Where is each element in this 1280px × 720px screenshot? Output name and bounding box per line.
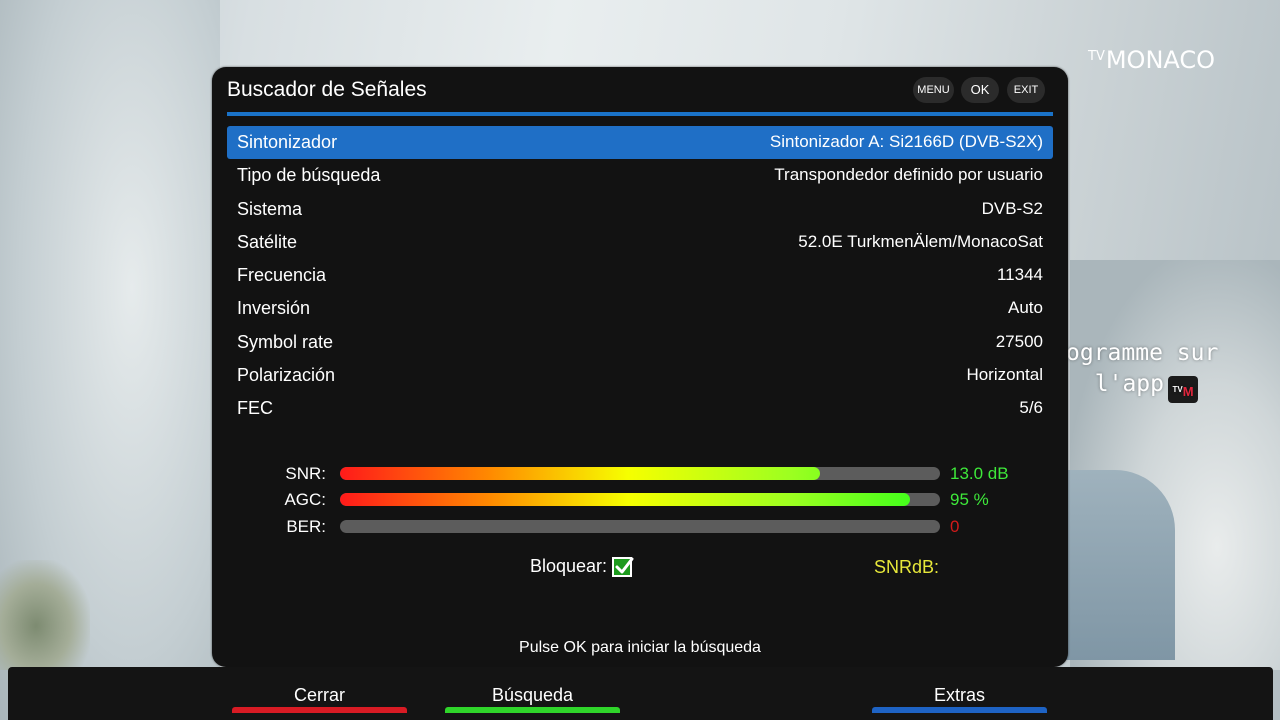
- setting-label: Sintonizador: [237, 132, 338, 152]
- settings-list: Sintonizador Sintonizador A: Si2166D (DVB…: [227, 126, 1053, 426]
- setting-label: FEC: [237, 398, 273, 419]
- snr-db-label: SNRdB:: [874, 557, 940, 577]
- snr-meter: [340, 467, 940, 480]
- title-divider: [227, 112, 1053, 116]
- setting-value: 11344: [996, 265, 1043, 285]
- setting-label: Inversión: [237, 298, 311, 319]
- promo-line-2: l'app TVM: [1066, 369, 1198, 403]
- setting-label: Polarización: [237, 365, 336, 386]
- promo-line-1: ogramme sur: [1066, 340, 1219, 366]
- channel-logo-tv: TV: [1088, 49, 1105, 64]
- setting-label: Satélite: [237, 231, 298, 252]
- snr-value: 13.0 dB: [950, 464, 1009, 483]
- setting-label: Symbol rate: [237, 331, 334, 352]
- blue-key-indicator: [872, 707, 1047, 713]
- setting-value: DVB-S2: [981, 198, 1043, 218]
- promo-text: ogramme sur l'app TVM: [1066, 338, 1219, 403]
- setting-row[interactable]: Sintonizador Sintonizador A: Si2166D (DVB…: [227, 126, 1053, 160]
- setting-row[interactable]: Sistema DVB-S2: [227, 193, 1053, 226]
- red-key-indicator: [232, 707, 407, 713]
- snr-meter-fill: [340, 467, 820, 480]
- setting-value: 27500: [995, 331, 1043, 351]
- green-key-indicator: [445, 707, 620, 713]
- setting-label: Sistema: [237, 198, 303, 219]
- background-person: [1065, 470, 1175, 660]
- setting-value: Sintonizador A: Si2166D (DVB-S2X): [769, 132, 1043, 151]
- setting-row[interactable]: Tipo de búsqueda Transpondedor definido p…: [227, 159, 1053, 192]
- setting-value: Horizontal: [966, 365, 1043, 385]
- agc-value: 95 %: [950, 490, 989, 509]
- channel-logo-name: MONACO: [1105, 46, 1216, 74]
- promo-line-2-text: l'app: [1094, 371, 1164, 397]
- exit-key-button[interactable]: EXIT: [1007, 77, 1045, 103]
- setting-value: Auto: [1008, 298, 1043, 318]
- channel-logo: TVMONACO: [1088, 46, 1215, 74]
- hint-text: Pulse OK para iniciar la búsqueda: [519, 639, 761, 656]
- background-plant: [0, 560, 90, 670]
- lock-checkbox[interactable]: [612, 557, 634, 577]
- agc-meter: [340, 493, 940, 506]
- close-button[interactable]: Cerrar: [232, 685, 407, 706]
- setting-row[interactable]: Inversión Auto: [227, 292, 1053, 325]
- setting-value: 5/6: [1019, 398, 1043, 418]
- setting-row[interactable]: FEC 5/6: [227, 392, 1053, 425]
- function-key-bar: Cerrar Búsqueda Extras: [8, 667, 1273, 720]
- setting-label: Tipo de búsqueda: [237, 165, 381, 186]
- tvm-app-icon-m: M: [1182, 384, 1194, 399]
- tvm-app-icon: TVM: [1168, 376, 1198, 403]
- snr-label: SNR:: [285, 464, 326, 483]
- setting-row[interactable]: Frecuencia 11344: [227, 259, 1053, 292]
- setting-label: Frecuencia: [237, 265, 327, 286]
- tvm-app-icon-tv: TV: [1172, 385, 1183, 394]
- setting-row[interactable]: Polarización Horizontal: [227, 359, 1053, 392]
- search-button[interactable]: Búsqueda: [445, 685, 620, 706]
- setting-row[interactable]: Symbol rate 27500: [227, 326, 1053, 359]
- ber-label: BER:: [286, 517, 326, 536]
- lock-label: Bloquear:: [530, 556, 608, 576]
- ber-value: 0: [950, 517, 960, 536]
- setting-value: Transpondedor definido por usuario: [774, 165, 1043, 185]
- ok-key-button[interactable]: OK: [961, 77, 999, 103]
- agc-meter-fill: [340, 493, 910, 506]
- dialog-title: Buscador de Señales: [227, 78, 427, 101]
- signal-finder-dialog: Buscador de Señales MENU OK EXIT Sintoni…: [212, 67, 1068, 667]
- extras-button[interactable]: Extras: [872, 685, 1047, 706]
- agc-label: AGC:: [284, 490, 326, 509]
- setting-row[interactable]: Satélite 52.0E TurkmenÄlem/MonacoSat: [227, 226, 1053, 259]
- checkmark-icon: [615, 557, 634, 574]
- setting-value: 52.0E TurkmenÄlem/MonacoSat: [798, 231, 1043, 251]
- menu-key-button[interactable]: MENU: [913, 77, 954, 103]
- ber-meter: [340, 520, 940, 533]
